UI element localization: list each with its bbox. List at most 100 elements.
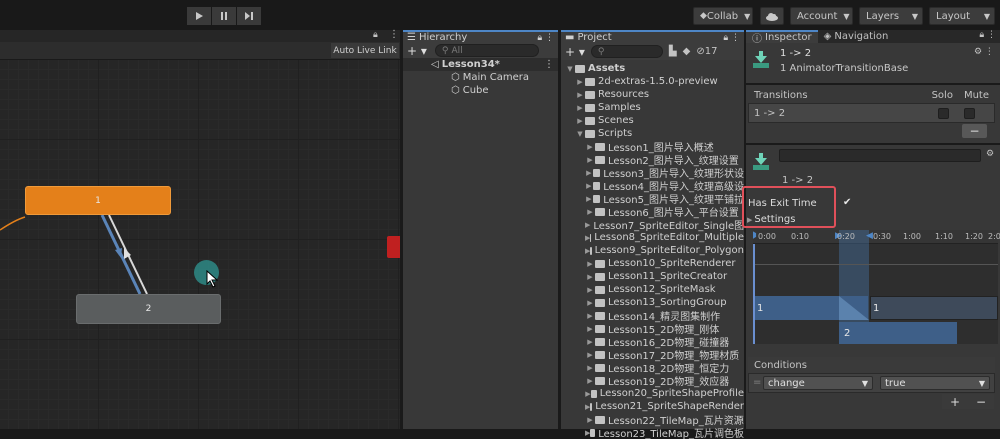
- list-item[interactable]: ▶ Lesson12_SpriteMask: [561, 283, 744, 296]
- project-search-input[interactable]: ⚲: [590, 45, 663, 58]
- list-item[interactable]: ▶ Samples: [561, 101, 744, 114]
- animator-toolbar: Auto Live Link: [0, 42, 400, 60]
- add-icon[interactable]: + ▾: [407, 44, 427, 58]
- collapsed-arrow-icon[interactable]: ▶: [585, 221, 590, 229]
- collapsed-arrow-icon[interactable]: ▶: [575, 91, 585, 99]
- list-item[interactable]: ⬡ Cube: [403, 84, 529, 97]
- collapsed-arrow-icon[interactable]: ▶: [585, 364, 595, 372]
- collapsed-arrow-icon[interactable]: ▶: [585, 312, 595, 320]
- condition-value-select[interactable]: true ▼: [880, 376, 990, 390]
- list-item-label: Resources: [598, 89, 650, 100]
- hierarchy-search-input[interactable]: ⚲ All: [434, 44, 539, 57]
- collapsed-arrow-icon[interactable]: ▶: [585, 325, 595, 333]
- folder-icon: [585, 77, 595, 86]
- collapsed-arrow-icon[interactable]: ▶: [585, 208, 595, 216]
- folder-icon: [595, 415, 605, 424]
- list-item[interactable]: ▶ Lesson23_TileMap_瓦片调色板: [561, 426, 744, 439]
- cloud-button[interactable]: [760, 7, 784, 25]
- collapsed-arrow-icon[interactable]: ▶: [575, 78, 585, 86]
- transition-timeline[interactable]: 1 1 2 ⬢ ▶ ◀: [753, 230, 998, 344]
- pause-button[interactable]: [212, 7, 236, 25]
- folder-icon: [595, 376, 605, 385]
- step-button[interactable]: [237, 7, 261, 25]
- folder-icon: [595, 272, 605, 281]
- collapsed-arrow-icon[interactable]: ▶: [585, 351, 595, 359]
- settings-icon[interactable]: ⚙: [986, 149, 994, 159]
- list-item-label: Lesson9_SpriteEditor_Polygon: [594, 245, 744, 256]
- condition-parameter-select[interactable]: change ▼: [763, 376, 873, 390]
- list-item[interactable]: ▶ 2d-extras-1.5.0-preview: [561, 75, 744, 88]
- playhead[interactable]: [753, 244, 755, 344]
- timeline-guide: [753, 264, 998, 265]
- collapsed-arrow-icon[interactable]: ▶: [585, 416, 595, 424]
- tab-project[interactable]: ▬ Project 🔒︎ ⋮: [561, 30, 744, 43]
- collapsed-arrow-icon[interactable]: ▶: [585, 273, 595, 281]
- tab-navigation[interactable]: ◈ Navigation: [818, 30, 895, 43]
- play-button[interactable]: [187, 7, 211, 25]
- add-condition-button[interactable]: +: [950, 395, 960, 409]
- condition-row[interactable]: = change ▼ true ▼: [748, 373, 995, 393]
- drag-handle-icon[interactable]: =: [753, 377, 761, 388]
- collapsed-arrow-icon[interactable]: ▶: [585, 260, 595, 268]
- settings-icon[interactable]: ⚙ ⋮: [974, 47, 994, 57]
- collapsed-arrow-icon[interactable]: ▶: [585, 143, 595, 151]
- remove-condition-button[interactable]: −: [976, 395, 986, 409]
- list-item[interactable]: ▶ Lesson19_2D物理_效应器: [561, 374, 744, 388]
- layers-dropdown[interactable]: Layers ▼: [859, 7, 923, 25]
- lock-icon[interactable]: 🔒︎: [373, 30, 378, 40]
- transition-name-input[interactable]: [779, 149, 981, 162]
- list-item[interactable]: ▶ Lesson7_SpriteEditor_Single图: [561, 218, 744, 233]
- collapsed-arrow-icon[interactable]: ▶: [585, 156, 595, 164]
- collapsed-arrow-icon[interactable]: ▶: [585, 286, 595, 294]
- mute-checkbox[interactable]: [964, 107, 975, 119]
- has-exit-time-checkbox[interactable]: ✔: [843, 197, 851, 208]
- account-dropdown[interactable]: Account ▼: [790, 7, 853, 25]
- list-item[interactable]: ▼ Scripts: [561, 127, 744, 140]
- list-item[interactable]: ▼ Assets: [561, 62, 744, 75]
- hidden-packages-icon[interactable]: ⊘: [696, 46, 704, 57]
- lock-icon[interactable]: 🔒︎ ⋮: [979, 30, 996, 43]
- collapsed-arrow-icon[interactable]: ▶: [585, 338, 595, 346]
- state-node-2[interactable]: 2: [76, 294, 221, 324]
- add-icon[interactable]: + ▾: [565, 45, 585, 59]
- list-item[interactable]: ▶ Resources: [561, 88, 744, 101]
- layers-label: Layers: [866, 10, 900, 22]
- layout-dropdown[interactable]: Layout ▼: [929, 7, 995, 25]
- collapsed-arrow-icon[interactable]: ▶: [585, 169, 593, 177]
- table-row[interactable]: 1 -> 2: [748, 103, 995, 123]
- auto-live-link-button[interactable]: Auto Live Link: [331, 43, 399, 58]
- list-item[interactable]: ▶ Scenes: [561, 114, 744, 127]
- more-options-icon[interactable]: ⋮: [544, 59, 554, 70]
- chevron-down-icon: ▼: [861, 378, 868, 388]
- collapsed-arrow-icon[interactable]: ▶: [575, 104, 585, 112]
- lock-icon[interactable]: 🔒︎ ⋮: [723, 33, 740, 43]
- collapsed-arrow-icon[interactable]: ▶: [585, 299, 595, 307]
- list-item[interactable]: ▶ Lesson9_SpriteEditor_Polygon: [561, 244, 744, 257]
- tab-hierarchy[interactable]: ☰ Hierarchy 🔒︎ ⋮: [403, 30, 558, 43]
- solo-checkbox[interactable]: [938, 107, 949, 119]
- list-item[interactable]: ⬡ Main Camera: [403, 71, 529, 84]
- expanded-arrow-icon[interactable]: ▼: [565, 65, 575, 73]
- collapsed-arrow-icon[interactable]: ▶: [575, 117, 585, 125]
- collapsed-arrow-icon[interactable]: ▶: [585, 377, 595, 385]
- more-options-icon[interactable]: ⋮: [389, 29, 399, 40]
- list-item-label: Lesson8_SpriteEditor_Multiple: [594, 232, 744, 243]
- state-node-1[interactable]: 1: [25, 186, 171, 215]
- list-item[interactable]: ▶ Lesson10_SpriteRenderer: [561, 257, 744, 270]
- filter-label-icon[interactable]: ◆: [683, 46, 691, 57]
- list-item[interactable]: ▶ Lesson20_SpriteShapeProfile: [561, 387, 744, 400]
- remove-transition-button[interactable]: −: [962, 124, 987, 138]
- tab-inspector[interactable]: ⓘ Inspector: [746, 30, 818, 45]
- list-item[interactable]: ▶ Lesson8_SpriteEditor_Multiple: [561, 231, 744, 244]
- exit-node[interactable]: [387, 236, 400, 258]
- lock-icon[interactable]: 🔒︎ ⋮: [537, 33, 554, 43]
- folder-icon: [590, 233, 592, 242]
- collapsed-arrow-icon[interactable]: ▶: [585, 195, 593, 203]
- filter-type-icon[interactable]: ▙: [669, 46, 677, 57]
- list-item-label: Cube: [462, 85, 489, 96]
- list-item[interactable]: ▶ Lesson11_SpriteCreator: [561, 270, 744, 283]
- collab-dropdown[interactable]: ◆ Collab ▼: [693, 7, 753, 25]
- collapsed-arrow-icon[interactable]: ▶: [585, 182, 593, 190]
- expanded-arrow-icon[interactable]: ▼: [575, 130, 585, 138]
- scene-row[interactable]: ◁ Lesson34* ⋮: [403, 58, 558, 71]
